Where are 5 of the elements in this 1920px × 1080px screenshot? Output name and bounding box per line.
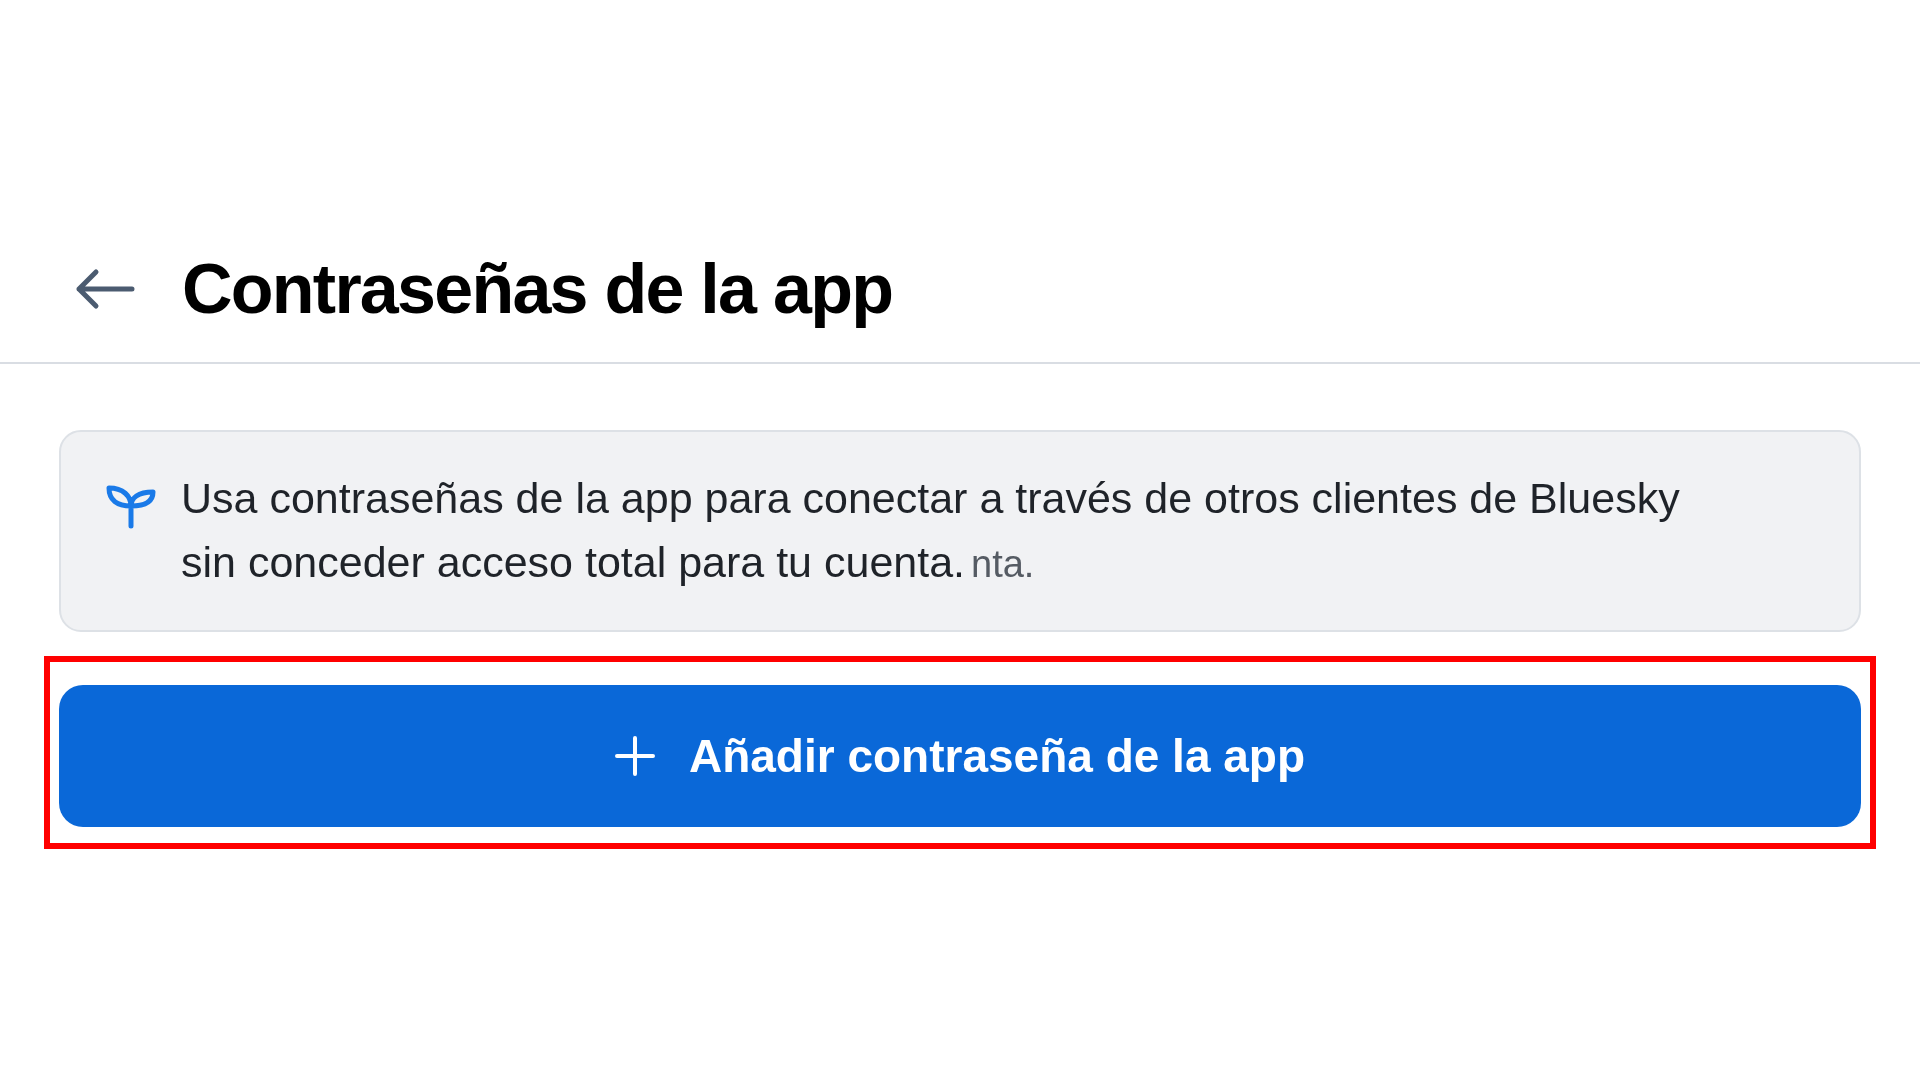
info-text: Usa contraseñas de la app para conectar a través de otros clientes de Bluesky sin conceder acceso total para tu cuenta.nta. [181,473,1681,588]
add-app-password-button[interactable]: Añadir contraseña de la app [59,685,1861,827]
page-title: Contraseñas de la app [182,248,893,330]
plus-icon [614,736,655,776]
back-arrow-icon [74,267,136,311]
